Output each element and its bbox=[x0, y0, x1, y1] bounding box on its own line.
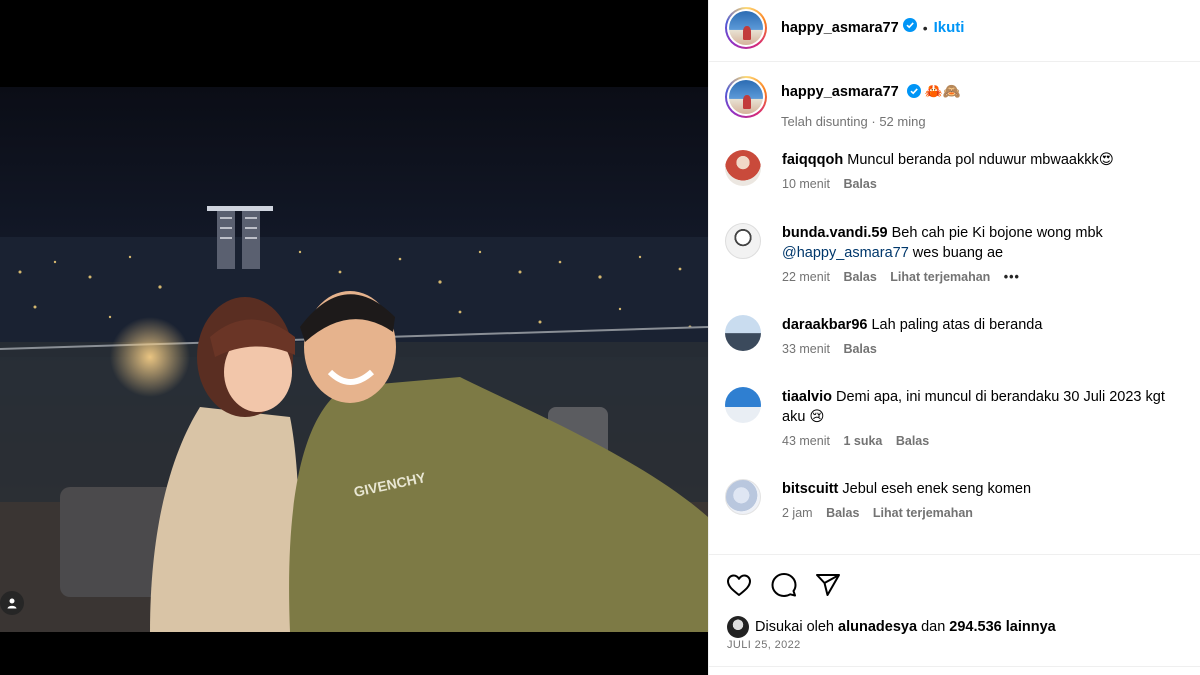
reply-button[interactable]: Balas bbox=[826, 506, 859, 520]
likes-count[interactable]: 294.536 lainnya bbox=[949, 619, 1055, 635]
comment-username[interactable]: daraakbar96 bbox=[782, 317, 867, 333]
caption-avatar[interactable] bbox=[725, 76, 767, 118]
post-panel: happy_asmara77 • Ikuti happy_asmara77 🦀🙈… bbox=[708, 0, 1200, 675]
follow-button[interactable]: Ikuti bbox=[934, 19, 965, 36]
commenter-avatar[interactable] bbox=[725, 223, 761, 259]
comment-text-cont: aku 😢 bbox=[782, 409, 825, 425]
likes-middle: dan bbox=[921, 619, 946, 635]
comment-username[interactable]: bitscuitt bbox=[782, 481, 838, 497]
like-button[interactable] bbox=[725, 571, 753, 599]
likes-summary: Disukai oleh alunadesya dan 294.536 lain… bbox=[727, 616, 1056, 638]
comment-text: Demi apa, ini muncul di berandaku 30 Jul… bbox=[836, 389, 1165, 405]
comment-text-cont: wes buang ae bbox=[908, 245, 1004, 261]
post-photo[interactable]: GIVENCHY bbox=[0, 87, 708, 632]
post-date[interactable]: JULI 25, 2022 bbox=[727, 639, 801, 651]
heart-icon bbox=[727, 574, 751, 596]
reply-button[interactable]: Balas bbox=[843, 270, 876, 284]
verified-badge-icon bbox=[906, 84, 921, 104]
comments-list[interactable]: happy_asmara77 🦀🙈 Telah disunting · 52 m… bbox=[709, 62, 1200, 554]
post-header: happy_asmara77 • Ikuti bbox=[709, 0, 1200, 62]
comment-mention[interactable]: @happy_asmara77 bbox=[782, 245, 909, 261]
comment-username[interactable]: bunda.vandi.59 bbox=[782, 225, 888, 241]
divider bbox=[709, 666, 1200, 667]
comment-username[interactable]: tiaalvio bbox=[782, 389, 832, 405]
commenter-avatar[interactable] bbox=[725, 479, 761, 515]
comment-bubble-icon bbox=[771, 573, 797, 597]
comment-button[interactable] bbox=[770, 571, 798, 599]
author-avatar[interactable] bbox=[725, 7, 767, 49]
comment-text: Muncul beranda pol nduwur mbwaakkk😍 bbox=[847, 152, 1114, 168]
author-username[interactable]: happy_asmara77 bbox=[781, 20, 899, 36]
edited-label: Telah disunting bbox=[781, 114, 868, 129]
reply-button[interactable]: Balas bbox=[843, 342, 876, 356]
comment-time[interactable]: 10 menit bbox=[782, 177, 830, 191]
translate-button[interactable]: Lihat terjemahan bbox=[890, 270, 990, 284]
likes-prefix: Disukai oleh bbox=[755, 619, 834, 635]
comment-time[interactable]: 33 menit bbox=[782, 342, 830, 356]
post-actions: Disukai oleh alunadesya dan 294.536 lain… bbox=[709, 554, 1200, 675]
comment-text: Jebul eseh enek seng komen bbox=[842, 481, 1032, 497]
liker-avatar[interactable] bbox=[727, 616, 749, 638]
comment-time[interactable]: 43 menit bbox=[782, 434, 830, 448]
translate-button[interactable]: Lihat terjemahan bbox=[873, 506, 973, 520]
caption-text: 🦀🙈 bbox=[924, 84, 961, 100]
comment-time[interactable]: 22 menit bbox=[782, 270, 830, 284]
commenter-avatar[interactable] bbox=[725, 150, 761, 186]
post-media: GIVENCHY bbox=[0, 0, 708, 675]
share-button[interactable] bbox=[814, 571, 842, 599]
reply-button[interactable]: Balas bbox=[843, 177, 876, 191]
comment-time[interactable]: 2 jam bbox=[782, 506, 813, 520]
comment-text: Lah paling atas di beranda bbox=[871, 317, 1043, 333]
reply-button[interactable]: Balas bbox=[896, 434, 929, 448]
verified-badge-icon bbox=[902, 18, 917, 37]
liker-username[interactable]: alunadesya bbox=[838, 619, 917, 635]
comment-likes[interactable]: 1 suka bbox=[843, 434, 882, 448]
comment-text: Beh cah pie Ki bojone wong mbk bbox=[891, 225, 1103, 241]
commenter-avatar[interactable] bbox=[725, 315, 761, 351]
more-options-icon[interactable]: ••• bbox=[1004, 270, 1020, 284]
separator-dot: • bbox=[922, 19, 928, 36]
comment-username[interactable]: faiqqqoh bbox=[782, 152, 843, 168]
send-icon bbox=[816, 574, 840, 596]
caption-username[interactable]: happy_asmara77 bbox=[781, 84, 899, 100]
person-icon bbox=[7, 598, 17, 609]
commenter-avatar[interactable] bbox=[725, 387, 761, 423]
caption-time[interactable]: 52 ming bbox=[879, 114, 925, 129]
tag-people-button[interactable] bbox=[0, 591, 24, 615]
